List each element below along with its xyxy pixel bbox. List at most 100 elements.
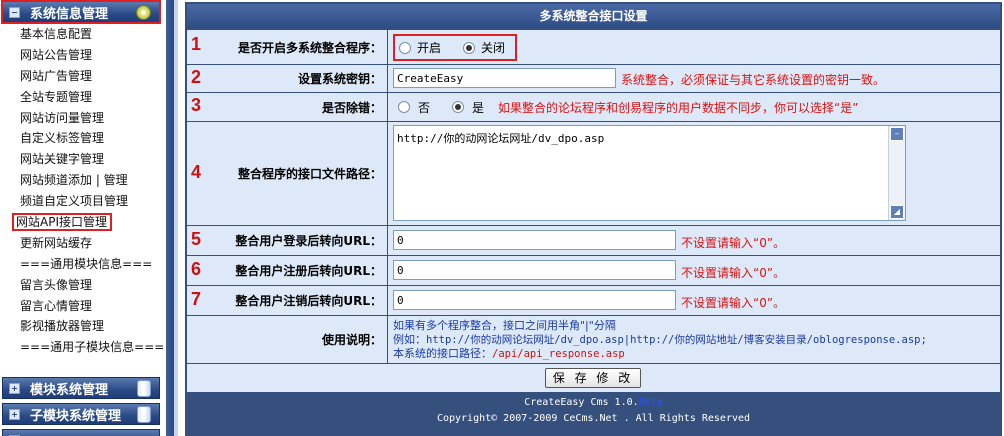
collapse-icon[interactable] <box>9 6 20 18</box>
radio-debug-no-label: 否 <box>418 100 431 115</box>
row-label-cell: 4 整合程序的接口文件路径： <box>187 122 388 225</box>
splitter-bar <box>166 0 174 436</box>
radio-enable-on-label: 开启 <box>417 41 442 55</box>
system-key-input[interactable] <box>393 68 616 88</box>
usage-line-3-prefix: 本系统的接口路径： <box>393 347 492 360</box>
row-login-url: 5 整合用户登录后转向URL： 不设置请输入“0”。 <box>187 226 1000 255</box>
radio-enable-off[interactable] <box>463 41 476 54</box>
sidebar-item-api[interactable]: 网站API接口管理 <box>12 212 160 233</box>
sidebar-item-basic-config[interactable]: 基本信息配置 <box>20 24 160 45</box>
annotation-number: 7 <box>191 289 202 309</box>
usage-line-2-prefix: 例如： <box>393 332 426 346</box>
row-value-cell: 系统整合，必须保证与其它系统设置的密钥一致。 <box>388 65 1000 92</box>
sidebar-item-channels[interactable]: 网站频道添加 | 管理 <box>20 170 160 191</box>
sidebar-item-traffic[interactable]: 网站访问量管理 <box>20 108 160 129</box>
row-value-cell: 不设置请输入“0”。 <box>388 286 1000 315</box>
row-enable-integration: 1 是否开启多系统整合程序： 开启 关闭 <box>187 30 1000 64</box>
row-value-cell: 否 是 如果整合的论坛程序和创易程序的用户数据不同步，你可以选择“是” <box>388 93 1000 121</box>
row-label-cell: 6 整合用户注册后转向URL： <box>187 256 388 285</box>
logout-url-note: 不设置请输入“0”。 <box>681 296 786 310</box>
sidebar-item-keywords[interactable]: 网站关键字管理 <box>20 149 160 170</box>
sidebar-header-label: 系统信息管理 <box>30 6 109 22</box>
sidebar-menu: 基本信息配置 网站公告管理 网站广告管理 全站专题管理 网站访问量管理 自定义标… <box>12 24 165 358</box>
annotation-number: 1 <box>191 34 202 54</box>
radio-debug-no[interactable] <box>398 101 410 113</box>
row-register-url: 6 整合用户注册后转向URL： 不设置请输入“0”。 <box>187 256 1000 285</box>
row-label-cell: 使用说明： <box>187 316 388 363</box>
sidebar-header-label: 子模块系统管理 <box>30 408 122 424</box>
scroll-up-icon[interactable]: – <box>890 127 904 141</box>
row-logout-url: 7 整合用户注销后转向URL： 不设置请输入“0”。 <box>187 286 1000 315</box>
enable-radio-group: 开启 关闭 <box>393 34 517 61</box>
row-debug: 3 是否除错： 否 是 如果整合的论坛程序和创易程序的用户数据不同步，你可以选择… <box>187 93 1000 121</box>
logout-url-label: 整合用户注销后转向URL： <box>235 294 382 308</box>
api-path-label: 整合程序的接口文件路径： <box>237 167 382 181</box>
expand-icon[interactable] <box>9 408 20 420</box>
sidebar-header-system-info[interactable]: 系统信息管理 <box>1 0 161 24</box>
row-label-cell: 3 是否除错： <box>187 93 388 121</box>
enable-label: 是否开启多系统整合程序： <box>237 40 382 55</box>
system-key-label: 设置系统密钥： <box>297 72 382 86</box>
annotation-number: 6 <box>191 259 202 279</box>
page-title: 多系统整合接口设置 <box>187 4 1000 28</box>
row-label-cell: 1 是否开启多系统整合程序： <box>187 30 388 64</box>
register-url-label: 整合用户注册后转向URL： <box>235 264 382 278</box>
register-url-input[interactable] <box>393 260 676 280</box>
sidebar-item-announcements[interactable]: 网站公告管理 <box>20 45 160 66</box>
usage-line-2: 例如：http://你的动网论坛网址/dv_dpo.asp|http://你的网… <box>393 333 927 348</box>
login-url-input[interactable] <box>393 230 676 250</box>
sidebar-header-submodules[interactable]: 子模块系统管理 <box>2 403 160 425</box>
resize-grip-icon[interactable]: ◢ <box>890 205 904 219</box>
sidebar: 系统信息管理 基本信息配置 网站公告管理 网站广告管理 全站专题管理 网站访问量… <box>0 0 165 436</box>
radio-enable-off-label: 关闭 <box>481 41 506 55</box>
sidebar-item-custom-tags[interactable]: 自定义标签管理 <box>20 128 160 149</box>
sidebar-item-player[interactable]: 影视播放器管理 <box>20 316 160 337</box>
footer-product: CreateEasy Cms 1.0.Beta <box>185 395 1002 411</box>
sidebar-splitter[interactable] <box>163 0 183 436</box>
save-button[interactable]: 保 存 修 改 <box>545 368 641 388</box>
radio-enable-on[interactable] <box>399 41 411 54</box>
sidebar-item-cache[interactable]: 更新网站缓存 <box>20 233 160 254</box>
login-url-label: 整合用户登录后转向URL： <box>235 234 382 248</box>
usage-line-3-body: /api/api_response.asp <box>492 348 625 360</box>
sidebar-item-channel-custom[interactable]: 频道自定义项目管理 <box>20 191 160 212</box>
annotation-number: 4 <box>191 162 202 182</box>
api-path-textarea[interactable]: http://你的动网论坛网址/dv_dpo.asp – ◢ <box>393 125 906 221</box>
footer-product-name: CreateEasy Cms 1.0. <box>524 397 639 408</box>
usage-text: 如果有多个程序整合，接口之间用半角"|"分隔 例如：http://你的动网论坛网… <box>393 319 927 362</box>
sidebar-item-avatars[interactable]: 留言头像管理 <box>20 275 160 296</box>
annotation-number: 5 <box>191 229 202 249</box>
cd-icon <box>136 5 151 20</box>
sidebar-section-common-modules: ===通用模块信息=== <box>20 256 153 271</box>
row-label-cell: 7 整合用户注销后转向URL： <box>187 286 388 315</box>
footer-beta-link[interactable]: Beta <box>639 397 663 408</box>
textarea-scrollbar[interactable]: – ◢ <box>888 126 905 220</box>
usage-line-3: 本系统的接口路径：/api/api_response.asp <box>393 347 927 362</box>
sidebar-item-topics[interactable]: 全站专题管理 <box>20 87 160 108</box>
usage-line-2-body: http://你的动网论坛网址/dv_dpo.asp|http://你的网站地址… <box>426 333 927 346</box>
footer-copyright: Copyright© 2007-2009 CeCms.Net . All Rig… <box>436 413 751 424</box>
debug-note: 如果整合的论坛程序和创易程序的用户数据不同步，你可以选择“是” <box>498 100 859 115</box>
splitter-edge <box>174 0 178 436</box>
row-label-cell: 5 整合用户登录后转向URL： <box>187 226 388 255</box>
sidebar-item-moods[interactable]: 留言心情管理 <box>20 296 160 317</box>
sidebar-header-more[interactable] <box>2 429 160 436</box>
row-usage: 使用说明： 如果有多个程序整合，接口之间用半角"|"分隔 例如：http://你… <box>187 316 1000 363</box>
logout-url-input[interactable] <box>393 290 676 310</box>
sidebar-section-common-submodules: ===通用子模块信息=== <box>20 340 165 355</box>
radio-debug-yes[interactable] <box>452 101 465 113</box>
settings-panel: 多系统整合接口设置 1 是否开启多系统整合程序： 开启 关闭 2 设置系统密钥：… <box>185 2 1002 436</box>
sidebar-item-ads[interactable]: 网站广告管理 <box>20 66 160 87</box>
usage-label: 使用说明： <box>321 333 382 347</box>
row-value-cell: 开启 关闭 <box>388 30 1000 64</box>
document-icon <box>137 380 151 397</box>
expand-icon[interactable] <box>9 382 20 394</box>
debug-label: 是否除错： <box>321 100 382 115</box>
sidebar-header-label: 模块系统管理 <box>30 382 109 398</box>
sidebar-header-modules[interactable]: 模块系统管理 <box>2 377 160 399</box>
annotation-number: 3 <box>191 95 202 115</box>
annotation-number: 2 <box>191 67 202 87</box>
login-url-note: 不设置请输入“0”。 <box>681 236 786 250</box>
radio-debug-yes-label: 是 <box>472 100 485 115</box>
row-value-cell: 不设置请输入“0”。 <box>388 256 1000 285</box>
